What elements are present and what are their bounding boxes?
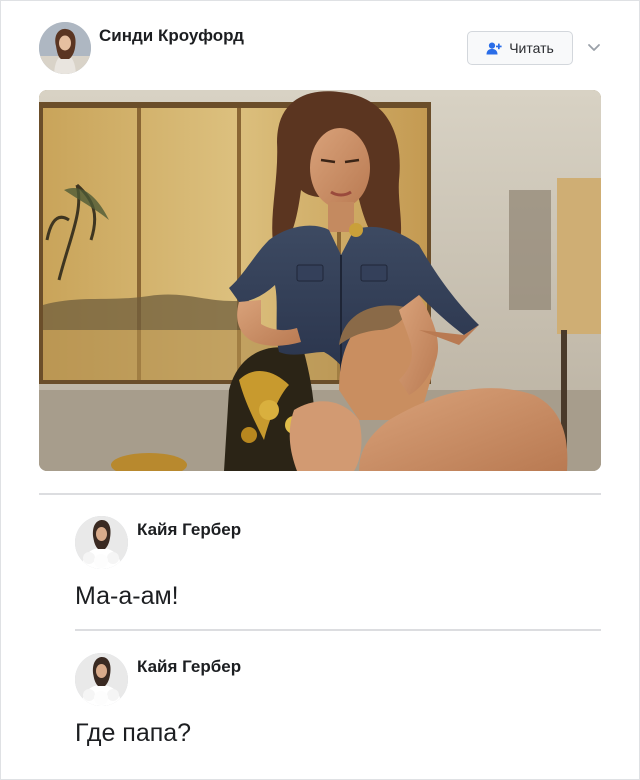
commenter-avatar[interactable] bbox=[75, 516, 128, 569]
comment-text: Где папа? bbox=[75, 719, 192, 747]
divider bbox=[75, 629, 601, 631]
follow-button-label: Читать bbox=[509, 40, 554, 56]
post-photo[interactable] bbox=[39, 90, 601, 471]
comment-text: Ма-а-ам! bbox=[75, 582, 179, 610]
author-name[interactable]: Синди Кроуфорд bbox=[99, 26, 244, 46]
commenter-avatar[interactable] bbox=[75, 653, 128, 706]
follow-button[interactable]: Читать bbox=[467, 31, 573, 65]
commenter-name[interactable]: Кайя Гербер bbox=[137, 520, 241, 540]
commenter-avatar-image bbox=[75, 516, 128, 569]
author-avatar-image bbox=[39, 22, 91, 74]
add-user-icon bbox=[486, 42, 502, 54]
commenter-avatar-image bbox=[75, 653, 128, 706]
post-header: Синди Кроуфорд Читать bbox=[39, 21, 602, 77]
divider bbox=[39, 493, 601, 495]
chevron-down-icon[interactable] bbox=[586, 39, 602, 55]
commenter-name[interactable]: Кайя Гербер bbox=[137, 657, 241, 677]
author-avatar[interactable] bbox=[39, 22, 91, 74]
post-photo-image bbox=[39, 90, 601, 471]
